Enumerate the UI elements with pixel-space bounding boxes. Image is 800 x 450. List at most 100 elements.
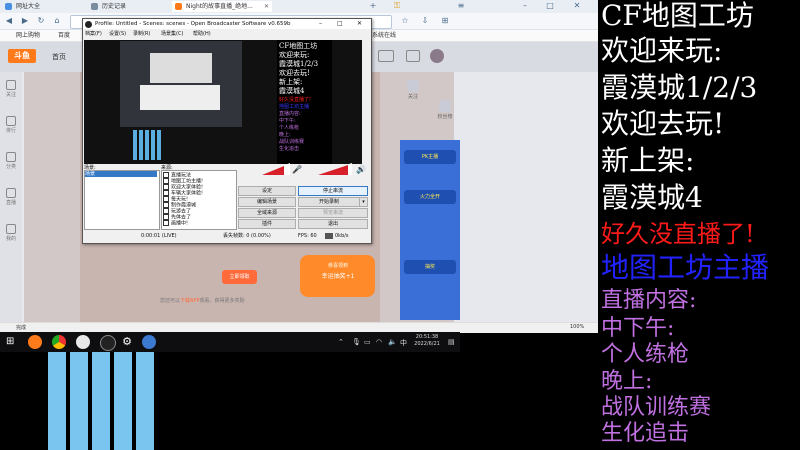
nav-item-mine[interactable]: 我的 — [3, 224, 19, 242]
notice-link[interactable]: 下载APP — [180, 298, 199, 304]
menu-icon[interactable]: ≡ — [456, 1, 466, 11]
avatar[interactable] — [430, 49, 444, 63]
close-icon[interactable]: ✕ — [357, 19, 362, 29]
right-panel-item[interactable]: 粉丝榜 — [430, 100, 460, 120]
obs-icon — [85, 21, 92, 28]
new-tab-icon[interactable]: + — [368, 1, 378, 11]
menu-record[interactable]: 录制(R) — [133, 30, 150, 39]
mic-volume-meter[interactable] — [262, 163, 294, 175]
overlay-line: 欢迎来玩: — [601, 34, 723, 67]
browser-icon[interactable] — [76, 335, 90, 349]
status-text: 完成 — [16, 325, 27, 331]
overlay-line: 欢迎去玩! — [601, 107, 725, 140]
overlay-line: 霞漠城4 — [601, 181, 703, 214]
maximize-icon[interactable]: □ — [545, 1, 555, 11]
tab-nav-sites[interactable]: 网址大全 — [2, 1, 47, 12]
scenes-list[interactable] — [84, 170, 160, 230]
douyu-icon[interactable] — [28, 335, 42, 349]
douyu-logo[interactable]: 斗鱼 — [8, 49, 36, 63]
mic-icon[interactable]: 🎙 — [352, 338, 361, 346]
network-icon[interactable]: ▭ — [364, 338, 371, 346]
overlay-line: 直播内容: — [601, 288, 697, 313]
overlay-line: 新上架: — [601, 144, 695, 177]
category-icon — [6, 152, 16, 162]
global-sources-button[interactable]: 全域来源 — [238, 208, 296, 218]
overlay-line: 战队训练赛 — [601, 395, 712, 420]
scene-item[interactable]: 场景 — [85, 171, 157, 177]
preview-line: 直播内容: — [279, 111, 301, 117]
settings-button[interactable]: 设定 — [238, 186, 296, 196]
preview-line: 中下午: — [279, 118, 296, 124]
extension-icon[interactable]: ⊞ — [440, 16, 450, 26]
menu-scenes[interactable]: 场景集(C) — [161, 30, 183, 39]
download-icon[interactable]: ⇩ — [420, 16, 430, 26]
bookmark-shopping[interactable]: 网上购物 — [16, 31, 40, 40]
menu-file[interactable]: 档案(F) — [85, 30, 102, 39]
back-icon[interactable]: ◀ — [4, 16, 14, 26]
tab-history[interactable]: 历史记录 — [88, 1, 133, 12]
desktop-volume-meter[interactable] — [318, 163, 354, 175]
speaker-icon[interactable]: 🔊 — [356, 165, 366, 174]
source-item[interactable]: 画播中! — [163, 220, 188, 227]
close-icon[interactable]: ✕ — [572, 1, 582, 11]
stop-stream-button[interactable]: 停止串流 — [298, 186, 368, 196]
obs-icon[interactable] — [100, 335, 116, 351]
forward-icon[interactable]: ▶ — [20, 16, 30, 26]
app-icon[interactable] — [142, 335, 156, 349]
notification-icon[interactable]: ▤ — [448, 338, 455, 346]
bookmark-system[interactable]: 系统在线 — [372, 31, 396, 40]
ime-icon[interactable]: 中 — [400, 338, 407, 348]
nav-item-category[interactable]: 分类 — [3, 152, 19, 170]
menu-settings[interactable]: 设置(S) — [109, 30, 126, 39]
exit-button[interactable]: 退出 — [298, 219, 368, 229]
bookmark-baidu[interactable]: 百度 — [58, 31, 70, 40]
chrome-icon[interactable] — [52, 335, 66, 349]
overlay-line: 个人练枪 — [601, 342, 690, 367]
activity-banner[interactable]: 抽奖 — [404, 260, 456, 274]
activity-banner[interactable]: PK主播 — [404, 150, 456, 164]
zoom-level[interactable]: 100% — [570, 324, 584, 330]
history-icon[interactable] — [406, 50, 420, 62]
obs-title: Profile: Untitled - Scenes: scenes - Ope… — [95, 21, 291, 27]
taskbar-clock[interactable]: 20:51:38 2022/6/21 — [412, 334, 442, 348]
star-icon[interactable]: ☆ — [400, 16, 410, 26]
tab-douyu-stream[interactable]: Night的故事直播_绝地... ✕ — [172, 1, 272, 12]
plugins-button[interactable]: 插件 — [238, 219, 296, 229]
close-tab-icon[interactable]: ✕ — [264, 1, 269, 12]
start-icon[interactable]: ⊞ — [6, 336, 14, 347]
edit-scene-button[interactable]: 编辑场景 — [238, 197, 296, 207]
minimize-icon[interactable]: – — [520, 1, 530, 11]
fans-icon — [439, 100, 451, 112]
chevron-down-icon[interactable]: ▾ — [359, 197, 368, 207]
home-link[interactable]: 首页 — [52, 52, 66, 62]
audio-bar — [48, 352, 66, 450]
start-record-button[interactable]: 开始录制 — [298, 197, 360, 207]
message-icon[interactable] — [378, 50, 394, 62]
checkbox[interactable] — [163, 220, 169, 226]
nav-item-rank[interactable]: 排行 — [3, 116, 19, 134]
maximize-icon[interactable]: □ — [337, 19, 343, 29]
minimize-icon[interactable]: – — [319, 19, 322, 29]
preview-stream-button[interactable]: 预览串流 — [298, 208, 368, 218]
nav-item-live[interactable]: 直播 — [3, 188, 19, 206]
wifi-icon[interactable]: ◠ — [376, 338, 382, 346]
tab-label: 网址大全 — [16, 3, 41, 10]
overlay-line: 生化追击 — [601, 421, 690, 446]
panel-label: 关注 — [407, 94, 418, 100]
settings-icon[interactable]: ⚙ — [120, 335, 134, 349]
home-icon[interactable]: ⌂ — [52, 16, 62, 26]
clock-time: 20:51:38 — [415, 334, 439, 340]
right-panel-item[interactable]: 关注 — [398, 80, 428, 100]
follow-icon — [407, 80, 419, 92]
volume-icon[interactable]: 🔈 — [388, 338, 397, 346]
chevron-up-icon[interactable]: ⌃ — [338, 338, 344, 346]
claim-button[interactable]: 立即领取 — [222, 270, 257, 284]
activity-panel — [400, 140, 460, 320]
audio-bar — [136, 352, 154, 450]
menu-help[interactable]: 帮助(H) — [193, 30, 211, 39]
nav-item-follow[interactable]: 关注 — [3, 80, 19, 98]
refresh-icon[interactable]: ↻ — [36, 16, 46, 26]
activity-banner[interactable]: 火力全开 — [404, 190, 456, 204]
mic-icon[interactable]: 🎤 — [292, 165, 302, 174]
key-icon[interactable]: ⚿ — [392, 1, 402, 11]
